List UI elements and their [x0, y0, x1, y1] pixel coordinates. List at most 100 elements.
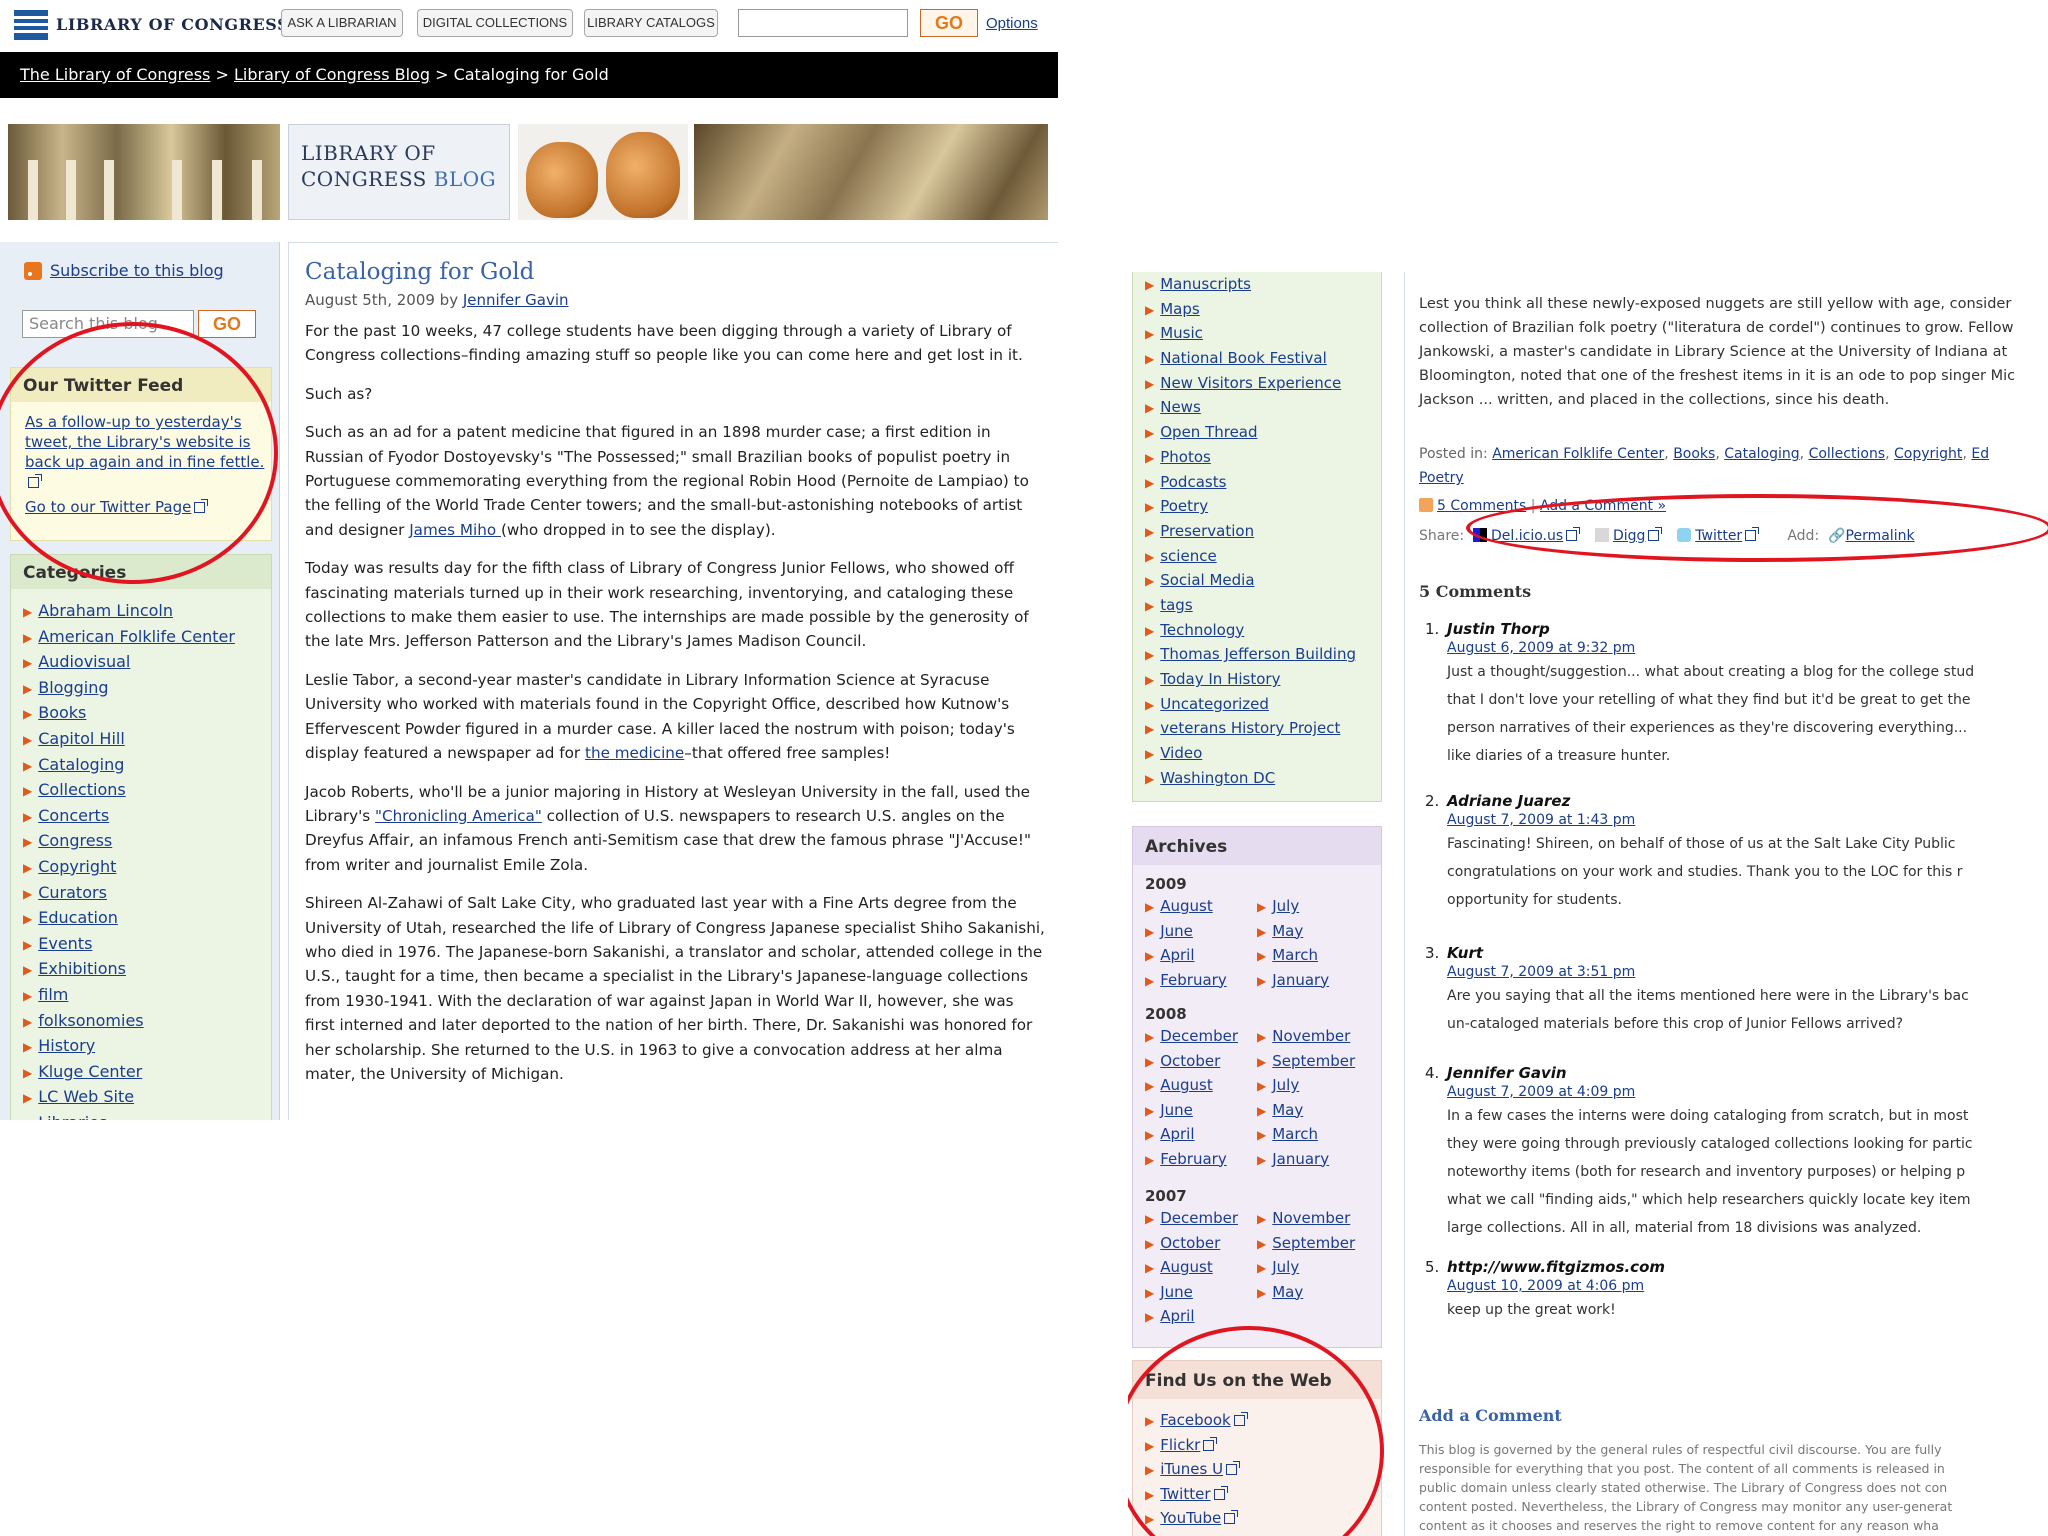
category-item[interactable]: ▶ Exhibitions	[23, 959, 235, 985]
category-link[interactable]: Preservation	[1160, 522, 1254, 540]
archive-month-link[interactable]: October	[1160, 1234, 1220, 1252]
category-item[interactable]: ▶ Poetry	[1145, 497, 1356, 522]
category-item[interactable]: ▶ tags	[1145, 596, 1356, 621]
archive-month[interactable]: ▶ March	[1257, 1125, 1318, 1143]
category-link[interactable]: LC Web Site	[38, 1087, 134, 1106]
archive-month[interactable]: ▶ February	[1145, 971, 1227, 989]
archive-month-link[interactable]: February	[1160, 1150, 1226, 1168]
twitter-page-link[interactable]: Go to our Twitter Page	[25, 498, 209, 516]
category-link[interactable]: Collections	[38, 780, 125, 799]
category-link[interactable]: Manuscripts	[1160, 275, 1251, 293]
category-item[interactable]: ▶ Podcasts	[1145, 473, 1356, 498]
category-link[interactable]: Copyright	[38, 857, 116, 876]
archive-month[interactable]: ▶ January	[1257, 1150, 1329, 1168]
archive-month-link[interactable]: June	[1160, 1101, 1193, 1119]
archive-month-link[interactable]: April	[1160, 946, 1194, 964]
archive-month-link[interactable]: April	[1160, 1307, 1194, 1325]
category-item[interactable]: ▶ Copyright	[23, 857, 235, 883]
category-link[interactable]: film	[38, 985, 68, 1004]
category-link[interactable]: Music	[1160, 324, 1203, 342]
category-item[interactable]: ▶ Curators	[23, 883, 235, 909]
category-link[interactable]: Exhibitions	[38, 959, 126, 978]
posted-tag-link[interactable]: Books	[1673, 446, 1715, 462]
category-link[interactable]: Cataloging	[38, 755, 124, 774]
archive-month[interactable]: ▶ December	[1145, 1027, 1238, 1045]
archive-month-link[interactable]: January	[1272, 1150, 1329, 1168]
category-item[interactable]: ▶ Events	[23, 934, 235, 960]
post-title[interactable]: Cataloging for Gold	[305, 259, 534, 285]
social-link[interactable]: Flickr	[1160, 1436, 1200, 1454]
category-item[interactable]: ▶ New Visitors Experience	[1145, 374, 1356, 399]
add-comment-link[interactable]: Add a Comment »	[1540, 498, 1666, 514]
category-link[interactable]: Maps	[1160, 300, 1199, 318]
social-link[interactable]: Facebook	[1160, 1411, 1230, 1429]
category-link[interactable]: National Book Festival	[1160, 349, 1327, 367]
archive-month[interactable]: ▶ January	[1257, 971, 1329, 989]
archive-month[interactable]: ▶ September	[1257, 1052, 1355, 1070]
banner-title-panel[interactable]: LIBRARY OF CONGRESS BLOG	[288, 124, 510, 220]
category-link[interactable]: Video	[1160, 744, 1202, 762]
author-link[interactable]: Jennifer Gavin	[463, 291, 569, 309]
category-item[interactable]: ▶ Open Thread	[1145, 423, 1356, 448]
archive-month[interactable]: ▶ July	[1257, 897, 1299, 915]
archive-month[interactable]: ▶ February	[1145, 1150, 1227, 1168]
archive-month[interactable]: ▶ August	[1145, 1258, 1213, 1276]
archive-month-link[interactable]: June	[1160, 1283, 1193, 1301]
tweet-link[interactable]: As a follow-up to yesterday's tweet, the…	[25, 412, 265, 492]
comment-date-link[interactable]: August 7, 2009 at 4:09 pm	[1447, 1084, 2047, 1100]
archive-month-link[interactable]: February	[1160, 971, 1226, 989]
archive-month-link[interactable]: January	[1272, 971, 1329, 989]
category-item[interactable]: ▶ Thomas Jefferson Building	[1145, 645, 1356, 670]
subscribe-link[interactable]: Subscribe to this blog	[50, 261, 224, 280]
category-link[interactable]: Thomas Jefferson Building	[1160, 645, 1356, 663]
archive-month-link[interactable]: July	[1272, 897, 1299, 915]
archive-month[interactable]: ▶ November	[1257, 1209, 1350, 1227]
social-link[interactable]: Twitter	[1160, 1485, 1210, 1503]
category-item[interactable]: ▶ Books	[23, 703, 235, 729]
category-item[interactable]: ▶ Music	[1145, 324, 1356, 349]
archive-month-link[interactable]: December	[1160, 1209, 1238, 1227]
archive-month[interactable]: ▶ July	[1257, 1258, 1299, 1276]
posted-tag-link[interactable]: Poetry	[1419, 470, 1464, 486]
archive-month-link[interactable]: April	[1160, 1125, 1194, 1143]
category-item[interactable]: ▶ Preservation	[1145, 522, 1356, 547]
category-item[interactable]: ▶ Capitol Hill	[23, 729, 235, 755]
james-miho-link[interactable]: James Miho	[409, 521, 501, 539]
archive-month-link[interactable]: August	[1160, 897, 1213, 915]
category-item[interactable]: ▶ News	[1145, 398, 1356, 423]
category-item[interactable]: ▶ Social Media	[1145, 571, 1356, 596]
site-search-go-button[interactable]: GO	[920, 9, 978, 37]
archive-month-link[interactable]: September	[1272, 1234, 1355, 1252]
archive-month[interactable]: ▶ July	[1257, 1076, 1299, 1094]
archive-month-link[interactable]: March	[1272, 946, 1318, 964]
category-item[interactable]: ▶ Abraham Lincoln	[23, 601, 235, 627]
category-item[interactable]: ▶ Cataloging	[23, 755, 235, 781]
archive-month-link[interactable]: October	[1160, 1052, 1220, 1070]
ask-librarian-button[interactable]: ASK A LIBRARIAN	[281, 9, 403, 37]
posted-tag-link[interactable]: Ed	[1971, 446, 1989, 462]
category-link[interactable]: Open Thread	[1160, 423, 1257, 441]
category-item[interactable]: ▶ American Folklife Center	[23, 627, 235, 653]
social-link-item[interactable]: ▶ Twitter	[1145, 1485, 1228, 1503]
digital-collections-button[interactable]: DIGITAL COLLECTIONS	[417, 9, 573, 37]
category-item[interactable]: ▶ National Book Festival	[1145, 349, 1356, 374]
archive-month-link[interactable]: July	[1272, 1076, 1299, 1094]
category-link[interactable]: folksonomies	[38, 1011, 143, 1030]
category-link[interactable]: New Visitors Experience	[1160, 374, 1341, 392]
category-link[interactable]: Photos	[1160, 448, 1211, 466]
category-item[interactable]: ▶ Collections	[23, 780, 235, 806]
search-options-link[interactable]: Options	[986, 15, 1038, 32]
archive-month[interactable]: ▶ October	[1145, 1052, 1220, 1070]
breadcrumb-home-link[interactable]: The Library of Congress	[20, 65, 210, 84]
archive-month[interactable]: ▶ August	[1145, 897, 1213, 915]
archive-month-link[interactable]: September	[1272, 1052, 1355, 1070]
category-link[interactable]: History	[38, 1036, 95, 1055]
comment-date-link[interactable]: August 6, 2009 at 9:32 pm	[1447, 640, 2047, 656]
archive-month[interactable]: ▶ June	[1145, 1283, 1193, 1301]
rss-icon[interactable]	[24, 262, 42, 280]
chronicling-america-link[interactable]: "Chronicling America"	[375, 807, 542, 825]
category-item[interactable]: ▶ science	[1145, 547, 1356, 572]
category-link[interactable]: Poetry	[1160, 497, 1208, 515]
category-link[interactable]: Washington DC	[1160, 769, 1275, 787]
blog-search-go-button[interactable]: GO	[198, 310, 256, 338]
